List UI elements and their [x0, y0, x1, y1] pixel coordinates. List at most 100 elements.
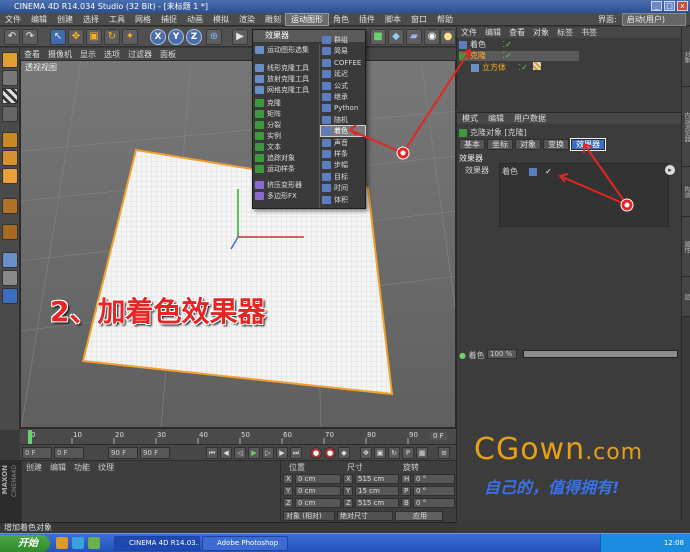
goto-start-icon[interactable]: ⏮ [206, 447, 218, 459]
world-icon[interactable]: ⊕ [206, 29, 222, 45]
next-key-icon[interactable]: ▶ [276, 447, 288, 459]
effector-list-item[interactable]: 着色 ✓ [502, 166, 552, 177]
visibility-check-icon[interactable]: ⁚✓ [503, 40, 512, 49]
light-icon[interactable]: ● [440, 29, 456, 45]
coord-rot-b-field[interactable]: 0 ° [413, 498, 455, 508]
redo-icon[interactable]: ↷ [22, 29, 38, 45]
end-frame-field[interactable]: 90 F [108, 447, 138, 459]
mograph-menu-item[interactable]: 多边形FX [254, 191, 318, 201]
layout-dropdown[interactable]: 启动(用户) [621, 12, 686, 26]
mograph-menu-item[interactable]: 放射克隆工具 [254, 74, 318, 84]
coord-mode-dropdown[interactable]: 对象 (相对) [283, 511, 335, 521]
current-frame-field[interactable]: 0 F [54, 447, 84, 459]
ie-icon[interactable] [72, 537, 84, 549]
sculpt-grid-icon[interactable] [2, 252, 18, 268]
layer-icon[interactable] [2, 270, 18, 286]
minimize-button[interactable]: _ [651, 1, 662, 11]
tab-object[interactable]: 对象 [515, 139, 541, 150]
tab-basic[interactable]: 基本 [459, 139, 485, 150]
coord-size-mode-dropdown[interactable]: 绝对尺寸 [337, 511, 393, 521]
coord-size-z-field[interactable]: 515 cm [355, 498, 399, 508]
perspective-viewport[interactable]: 透视视图 [20, 60, 456, 428]
timeline-ruler[interactable]: 0 10 20 30 40 50 60 70 80 90 0 F [20, 428, 456, 444]
material-menu-create[interactable]: 创建 [26, 462, 42, 473]
make-editable-icon[interactable] [2, 52, 18, 68]
menu-file[interactable]: 文件 [0, 14, 26, 25]
explorer-icon[interactable] [88, 537, 100, 549]
mograph-menu-item[interactable]: 矩阵 [254, 109, 318, 119]
om-menu-objects[interactable]: 对象 [529, 27, 553, 38]
maximize-button[interactable]: □ [664, 1, 675, 11]
coord-pos-x-field[interactable]: 0 cm [295, 474, 341, 484]
right-tab-structure[interactable]: 构造 [682, 167, 690, 217]
om-menu-bookmarks[interactable]: 书签 [577, 27, 601, 38]
om-menu-edit[interactable]: 编辑 [481, 27, 505, 38]
tab-coord[interactable]: 坐标 [487, 139, 513, 150]
coord-pos-z-field[interactable]: 0 cm [295, 498, 341, 508]
effectors-list[interactable]: 着色 ✓ [499, 163, 669, 227]
shader-strength-field[interactable]: 100 % [487, 349, 517, 359]
viewport-menu-panel[interactable]: 面板 [156, 49, 180, 60]
tab-transform[interactable]: 变换 [543, 139, 569, 150]
effector-menu-item[interactable]: 体积 [321, 195, 365, 205]
effector-menu-item[interactable]: 随机 [321, 115, 365, 125]
effector-menu-item[interactable]: 着色 [320, 125, 366, 137]
menu-sculpt[interactable]: 雕刻 [260, 14, 286, 25]
lock-axis-icon[interactable] [2, 288, 18, 304]
coord-size-y-field[interactable]: 15 cm [355, 486, 399, 496]
material-menu-edit[interactable]: 编辑 [50, 462, 66, 473]
effector-menu-item[interactable]: 简易 [321, 46, 365, 56]
play-icon[interactable]: ▶ [248, 447, 260, 459]
enable-check-icon[interactable]: ✓ [545, 167, 552, 176]
axis-mode-icon[interactable] [2, 198, 18, 214]
key-icon[interactable]: ◆ [338, 447, 350, 459]
mograph-menu-item[interactable]: 运动样条 [254, 164, 318, 174]
magnet-icon[interactable] [2, 224, 18, 240]
points-mode-icon[interactable] [2, 132, 18, 148]
workplane-icon[interactable] [2, 106, 18, 122]
start-frame-field[interactable]: 0 F [22, 447, 52, 459]
texture-tag-icon[interactable] [533, 62, 542, 70]
mograph-menu-item[interactable]: 挤压变形器 [254, 180, 318, 190]
prev-key-icon[interactable]: ◀ [220, 447, 232, 459]
material-menu-function[interactable]: 功能 [74, 462, 90, 473]
mograph-menu-item[interactable]: 追踪对象 [254, 153, 318, 163]
task-photoshop[interactable]: Adobe Photoshop [202, 536, 288, 551]
effector-menu-item[interactable]: 继承 [321, 92, 365, 102]
deformer-icon[interactable]: ▰ [406, 29, 422, 45]
list-menu-icon[interactable]: ▸ [665, 165, 675, 175]
om-menu-view[interactable]: 查看 [505, 27, 529, 38]
effector-menu-item[interactable]: Python [321, 103, 365, 113]
next-frame-icon[interactable]: ▷ [262, 447, 274, 459]
close-button[interactable]: x [677, 1, 688, 11]
prev-frame-icon[interactable]: ◁ [234, 447, 246, 459]
rot-key-icon[interactable]: ↻ [388, 447, 400, 459]
object-row-cube[interactable]: 立方体 ⁚✓ [471, 62, 571, 72]
nurbs-icon[interactable]: ◆ [388, 29, 404, 45]
object-row-cloner[interactable]: 克隆 ⁚✓ [459, 51, 579, 61]
visibility-check-icon[interactable]: ⁚✓ [503, 51, 512, 60]
undo-icon[interactable]: ↶ [4, 29, 20, 45]
menu-character[interactable]: 角色 [328, 14, 354, 25]
effector-menu-item[interactable]: 样条 [321, 149, 365, 159]
effector-menu-item[interactable]: 时间 [321, 183, 365, 193]
menu-mograph[interactable]: 运动图形 [285, 12, 329, 26]
autokey-icon[interactable]: ● [324, 447, 336, 459]
pos-key-icon[interactable]: ✥ [360, 447, 372, 459]
effector-menu-item[interactable]: 目标 [321, 172, 365, 182]
edges-mode-icon[interactable] [2, 150, 18, 166]
right-tab-objects[interactable]: 对象 [682, 27, 690, 87]
mograph-menu-item[interactable]: 线形克隆工具 [254, 63, 318, 73]
viewport-menu-cameras[interactable]: 摄像机 [44, 49, 76, 60]
camera-icon[interactable]: ◉ [424, 29, 440, 45]
right-tab-attributes[interactable]: 属性 [682, 217, 690, 277]
viewport-menu-options[interactable]: 选项 [100, 49, 124, 60]
cube-icon[interactable]: ■ [370, 29, 386, 45]
am-menu-edit[interactable]: 编辑 [483, 113, 509, 124]
coord-size-x-field[interactable]: 515 cm [355, 474, 399, 484]
mograph-menu-item[interactable]: 网格克隆工具 [254, 85, 318, 95]
menu-simulate[interactable]: 模拟 [208, 14, 234, 25]
playhead-marker[interactable] [28, 430, 32, 444]
menu-create[interactable]: 创建 [52, 14, 78, 25]
scale-icon[interactable]: ▣ [86, 29, 102, 45]
